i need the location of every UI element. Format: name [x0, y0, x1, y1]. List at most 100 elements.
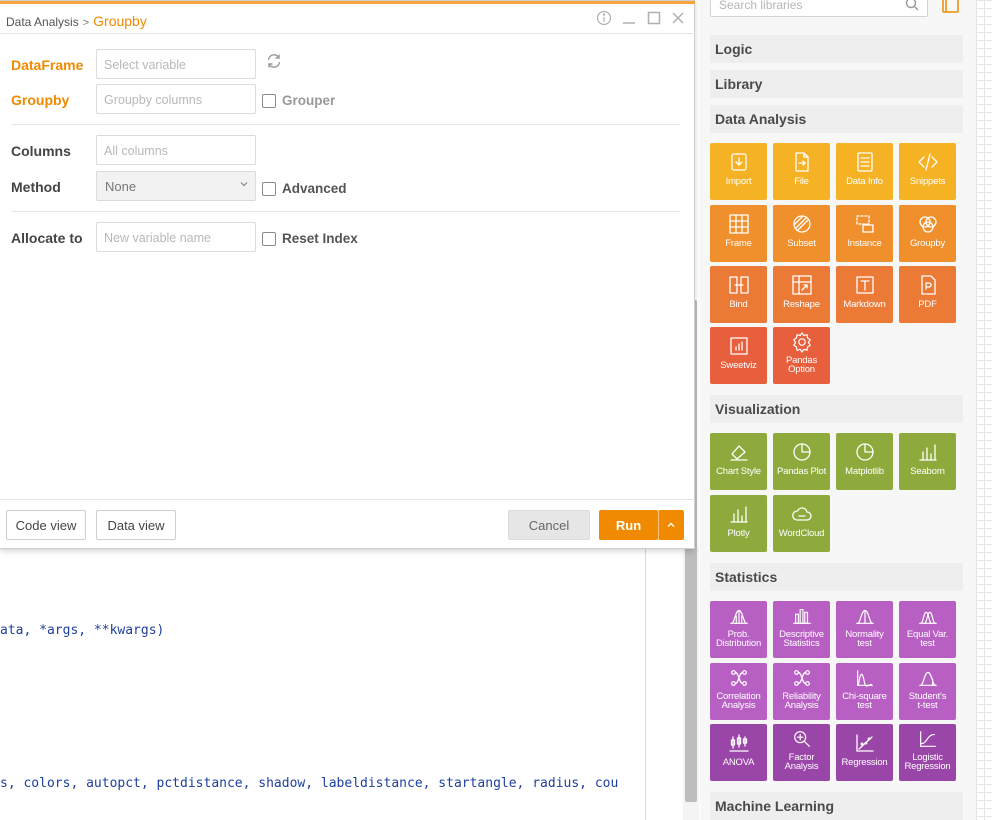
- columns-input[interactable]: All columns: [96, 135, 256, 165]
- checkbox-box[interactable]: [262, 181, 276, 196]
- sweetviz-icon: [729, 337, 748, 355]
- run-button[interactable]: Run: [599, 510, 658, 540]
- grouper-label: Grouper: [282, 93, 336, 108]
- info-icon[interactable]: [596, 10, 612, 26]
- library-tile-subset[interactable]: Subset: [773, 205, 830, 262]
- network-icon: [793, 670, 810, 686]
- library-tile-chart-style[interactable]: Chart Style: [710, 433, 767, 490]
- library-tile-factor-analysis[interactable]: Factor Analysis: [773, 724, 830, 781]
- app-root: ata, *args, **kwargs) s, colors, autopct…: [0, 0, 992, 820]
- breadcrumb-separator: >: [82, 17, 90, 29]
- t-test-icon: [918, 671, 937, 686]
- library-tile-markdown[interactable]: Markdown: [836, 266, 893, 323]
- library-tile-snippets[interactable]: Snippets: [899, 143, 956, 200]
- tile-label: Factor Analysis: [784, 752, 819, 772]
- library-tile-file[interactable]: File: [773, 143, 830, 200]
- category-logic[interactable]: Logic: [710, 35, 963, 63]
- tile-label: WordCloud: [778, 528, 825, 539]
- library-tile-logistic-regression[interactable]: Logistic Regression: [899, 724, 956, 781]
- tile-label: Matplotlib: [845, 466, 884, 477]
- tile-label: Subset: [787, 238, 816, 249]
- dialog-accent-bar: [0, 1, 695, 4]
- tile-label: File: [794, 176, 809, 187]
- reset-index-checkbox[interactable]: Reset Index: [262, 231, 358, 246]
- dataframe-select[interactable]: Select variable: [96, 49, 256, 79]
- bookmark-icon[interactable]: [940, 0, 962, 16]
- overlap-curves-icon: [918, 611, 937, 624]
- category-statistics[interactable]: Statistics: [710, 563, 963, 591]
- tile-label: Plotly: [727, 528, 750, 539]
- library-tile-prob-distribution[interactable]: Prob. Distribution: [710, 601, 767, 658]
- library-tile-seaborn[interactable]: Seaborn: [899, 433, 956, 490]
- data-view-button[interactable]: Data view: [96, 510, 176, 540]
- category-data-analysis[interactable]: Data Analysis: [710, 105, 963, 133]
- tile-label: Regression: [841, 757, 888, 768]
- tile-label: Reliability Analysis: [782, 691, 821, 711]
- breadcrumb: Data Analysis > Groupby: [6, 13, 147, 29]
- groupby-icon: [918, 216, 937, 233]
- method-select[interactable]: None: [96, 171, 256, 201]
- library-tile-pandas-option[interactable]: Pandas Option: [773, 327, 830, 384]
- library-tile-regression[interactable]: Regression: [836, 724, 893, 781]
- breadcrumb-parent[interactable]: Data Analysis: [6, 15, 79, 29]
- code-area: ata, *args, **kwargs) s, colors, autopct…: [0, 548, 646, 820]
- library-tile-plotly[interactable]: Plotly: [710, 495, 767, 552]
- library-tile-correlation-analysis[interactable]: Correlation Analysis: [710, 663, 767, 720]
- tile-label: Correlation Analysis: [716, 691, 761, 711]
- maximize-icon[interactable]: [646, 10, 662, 26]
- tile-label: Chart Style: [716, 466, 761, 477]
- library-tile-normality-test[interactable]: Normality test: [836, 601, 893, 658]
- run-options-button[interactable]: [658, 510, 684, 540]
- library-tile-pandas-plot[interactable]: Pandas Plot: [773, 433, 830, 490]
- divider: [11, 124, 680, 125]
- library-tile-equal-var-test[interactable]: Equal Var. test: [899, 601, 956, 658]
- close-icon[interactable]: [670, 10, 686, 26]
- library-tile-matplotlib[interactable]: Matplotlib: [836, 433, 893, 490]
- refresh-icon[interactable]: [265, 52, 283, 70]
- library-tile-frame[interactable]: Frame: [710, 205, 767, 262]
- library-tile-descriptive-statistics[interactable]: Descriptive Statistics: [773, 601, 830, 658]
- category-machine-learning[interactable]: Machine Learning: [710, 792, 963, 820]
- category-visualization[interactable]: Visualization: [710, 395, 963, 423]
- checkbox-box[interactable]: [262, 231, 276, 246]
- library-tile-pdf[interactable]: PDF: [899, 266, 956, 323]
- data-info-icon: [856, 152, 873, 172]
- code-view-button[interactable]: Code view: [6, 510, 86, 540]
- allocate-input[interactable]: New variable name: [96, 222, 256, 252]
- minimize-icon[interactable]: [621, 10, 637, 26]
- groupby-columns-input[interactable]: Groupby columns: [96, 84, 256, 114]
- library-tile-wordcloud[interactable]: WordCloud: [773, 495, 830, 552]
- reshape-icon: [791, 275, 812, 295]
- search-icon[interactable]: [904, 0, 920, 12]
- library-tile-reliability-analysis[interactable]: Reliability Analysis: [773, 663, 830, 720]
- regression-icon: [855, 734, 874, 752]
- tile-label: Normality test: [845, 629, 884, 649]
- checkbox-box[interactable]: [262, 93, 276, 108]
- tile-label: Pandas Plot: [776, 466, 827, 477]
- tile-label: Prob. Distribution: [715, 629, 762, 649]
- library-tile-instance[interactable]: Instance: [836, 205, 893, 262]
- advanced-checkbox[interactable]: Advanced: [262, 181, 347, 196]
- groupby-label: Groupby: [11, 92, 70, 108]
- library-tile-import[interactable]: Import: [710, 143, 767, 200]
- library-tile-chi-square-test[interactable]: Chi-square test: [836, 663, 893, 720]
- library-tile-sweetviz[interactable]: Sweetviz: [710, 327, 767, 384]
- library-tile-bind[interactable]: Bind: [710, 266, 767, 323]
- divider: [0, 33, 695, 34]
- network-icon: [730, 670, 747, 686]
- library-tile-data-info[interactable]: Data Info: [836, 143, 893, 200]
- tile-label: Bind: [729, 299, 748, 310]
- grouper-checkbox[interactable]: Grouper: [262, 93, 335, 108]
- library-search-input[interactable]: Search libraries: [710, 0, 928, 17]
- histogram-icon: [792, 608, 811, 624]
- cancel-button[interactable]: Cancel: [508, 510, 590, 540]
- library-tile-student-s-t-test[interactable]: Student's t-test: [899, 663, 956, 720]
- category-library[interactable]: Library: [710, 70, 963, 98]
- library-tile-groupby[interactable]: Groupby: [899, 205, 956, 262]
- library-tile-anova[interactable]: ANOVA: [710, 724, 767, 781]
- tile-label: Snippets: [909, 176, 946, 187]
- tile-label: PDF: [918, 299, 937, 310]
- allocate-label: Allocate to: [11, 230, 83, 246]
- bell-curve-icon: [855, 609, 874, 624]
- library-tile-reshape[interactable]: Reshape: [773, 266, 830, 323]
